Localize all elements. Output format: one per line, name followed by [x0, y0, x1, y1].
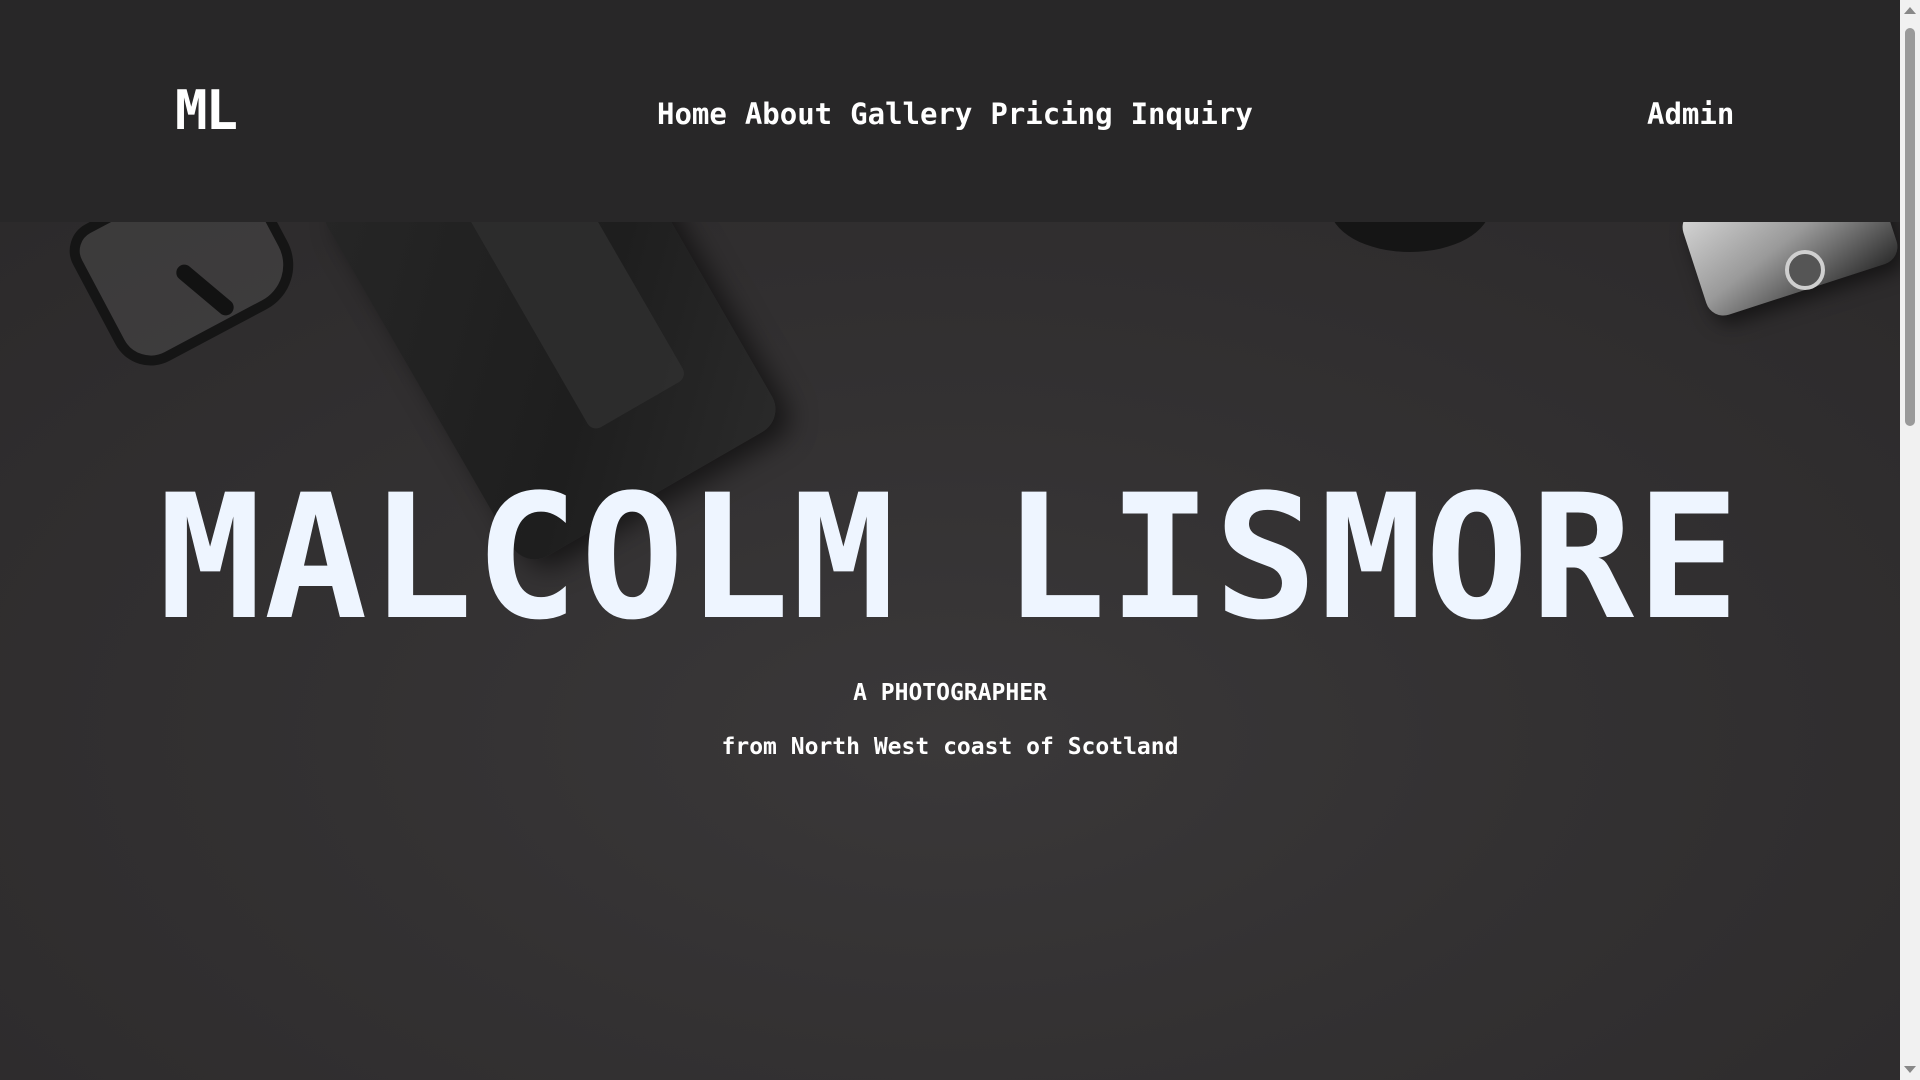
nav-link-inquiry[interactable]: Inquiry: [1131, 100, 1253, 129]
hero-background-camera-knob: [1785, 250, 1825, 290]
hero-title: MALCOLM LISMORE: [158, 457, 1742, 658]
nav-links: Home About Gallery Pricing Inquiry: [657, 100, 1253, 129]
hero-section: MALCOLM LISMORE A PHOTOGRAPHER from Nort…: [0, 222, 1900, 1080]
hero-background-lens: [1330, 222, 1490, 252]
hero-background-glasses: [59, 222, 311, 380]
hero-tagline: from North West coast of Scotland: [721, 734, 1179, 760]
scroll-up-arrow-icon[interactable]: [1904, 7, 1916, 14]
scrollbar-thumb[interactable]: [1905, 28, 1915, 426]
nav-link-pricing[interactable]: Pricing: [990, 100, 1112, 129]
navbar: ML Home About Gallery Pricing Inquiry Ad…: [0, 0, 1900, 222]
nav-link-about[interactable]: About: [745, 100, 832, 129]
hero-subtitle: A PHOTOGRAPHER: [853, 680, 1047, 706]
nav-link-gallery[interactable]: Gallery: [850, 100, 972, 129]
nav-link-home[interactable]: Home: [657, 100, 727, 129]
page: ML Home About Gallery Pricing Inquiry Ad…: [0, 0, 1920, 1080]
logo[interactable]: ML: [175, 84, 238, 138]
scroll-down-arrow-icon[interactable]: [1904, 1066, 1916, 1073]
nav-link-admin[interactable]: Admin: [1647, 100, 1734, 129]
vertical-scrollbar[interactable]: [1900, 0, 1920, 1080]
